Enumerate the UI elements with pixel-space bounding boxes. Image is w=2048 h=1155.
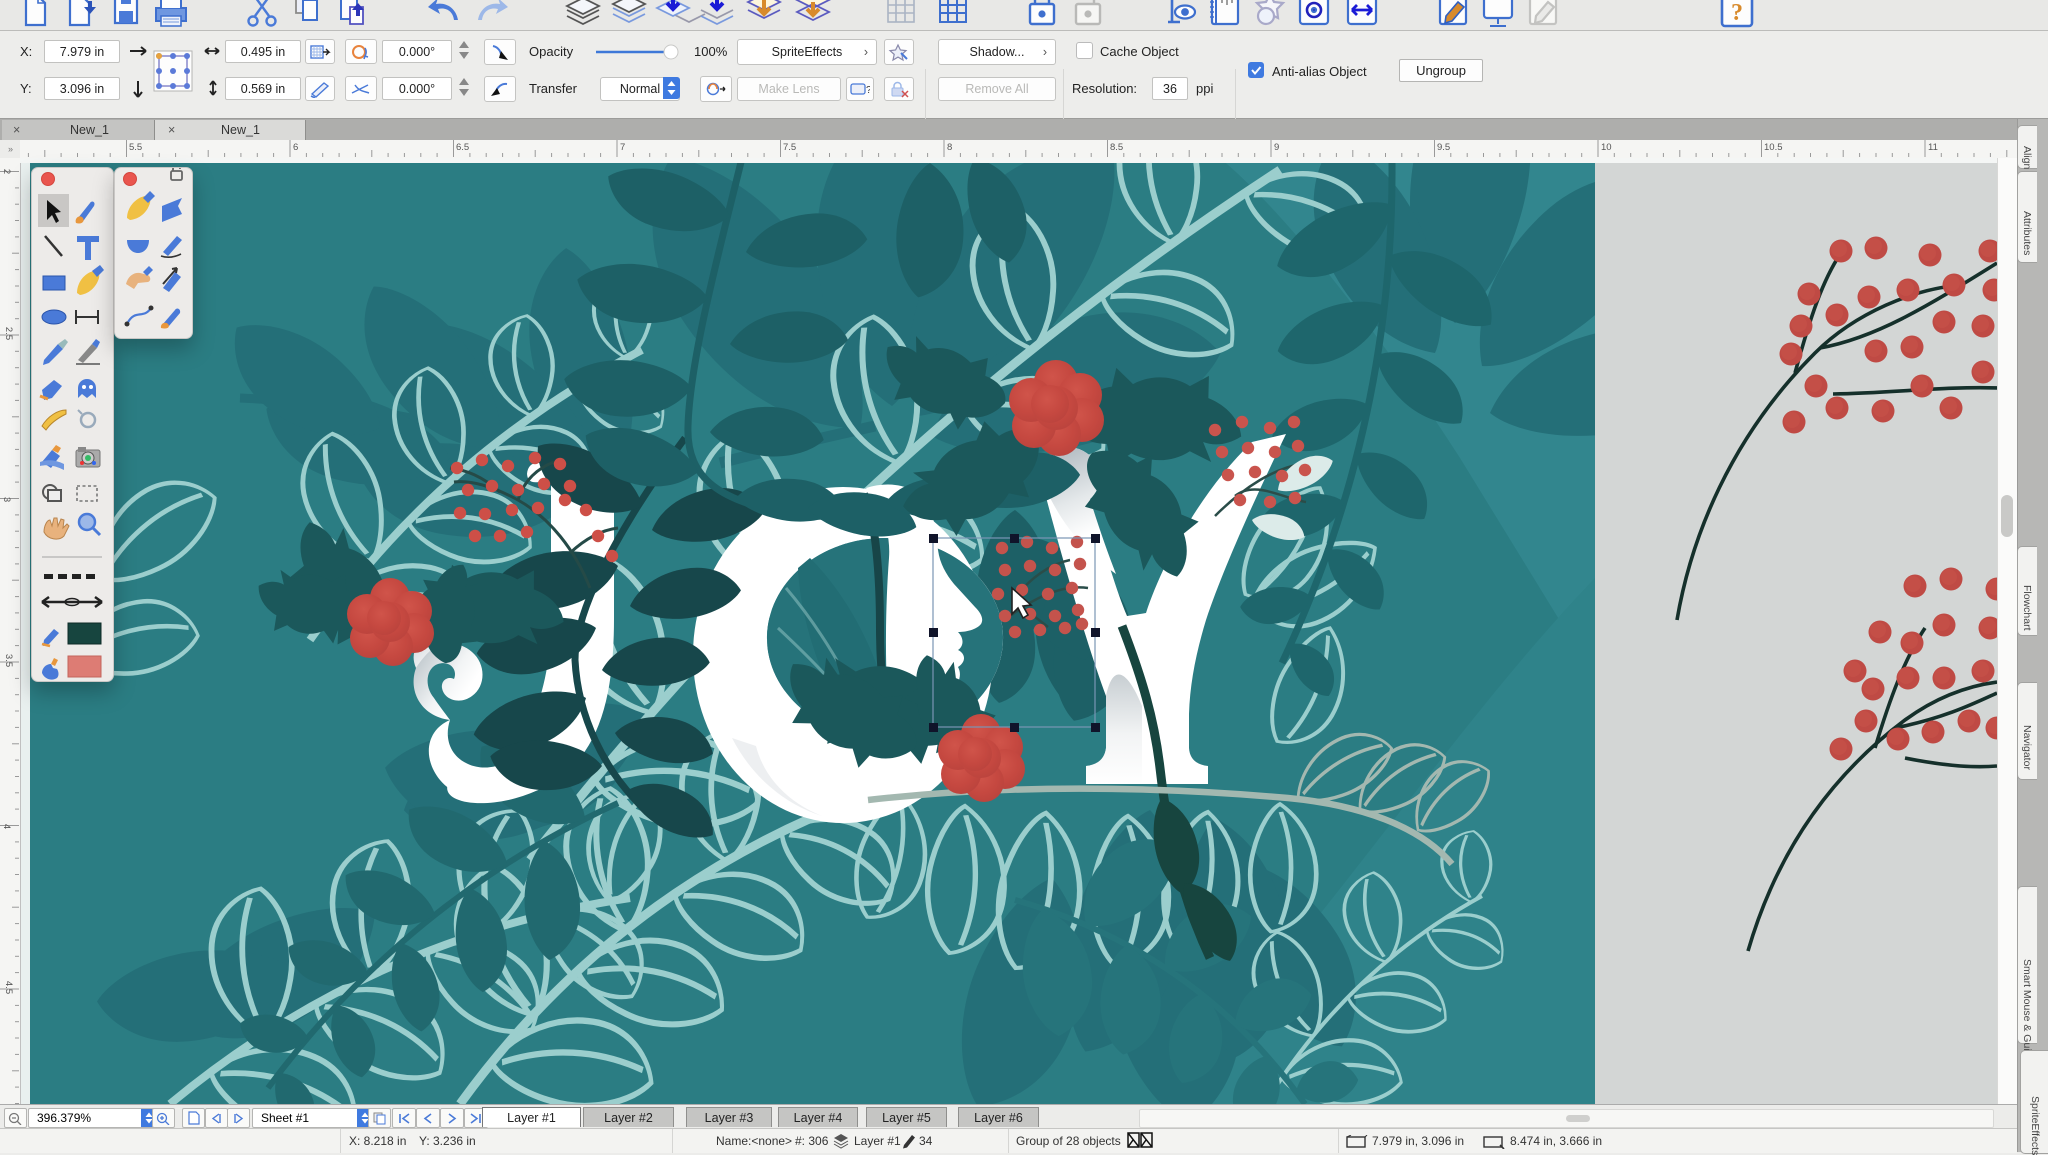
svg-text:»: »: [8, 144, 13, 154]
svg-text:?: ?: [866, 85, 870, 96]
svg-text:?: ?: [1731, 0, 1743, 26]
